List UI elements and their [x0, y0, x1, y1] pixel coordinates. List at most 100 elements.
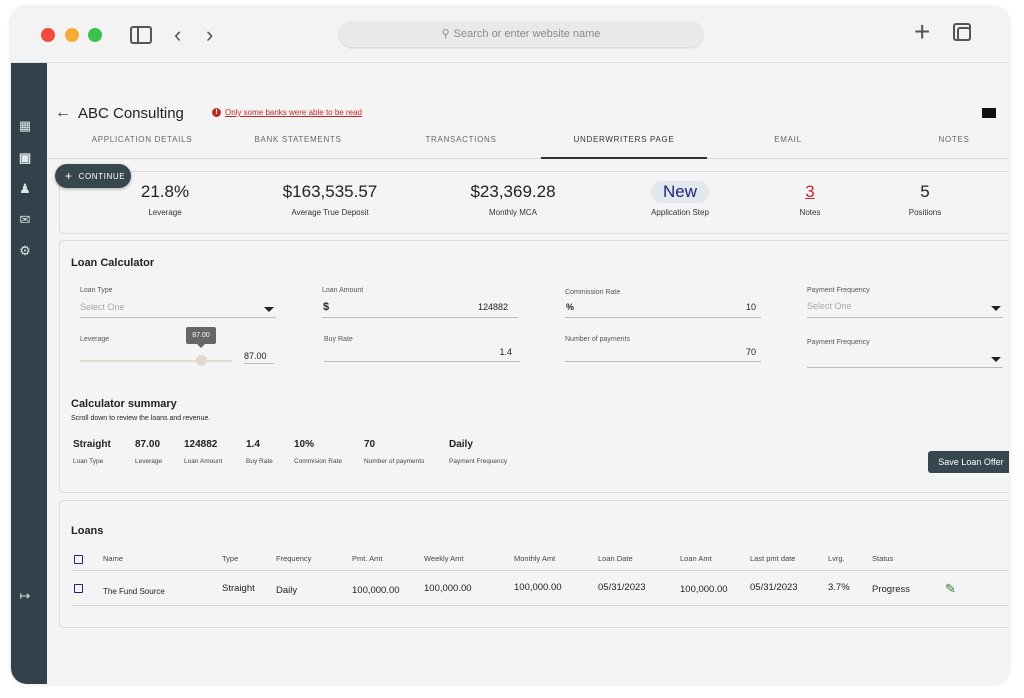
stat-leverage: 21.8% Leverage: [120, 180, 210, 217]
column-header-loan-amt[interactable]: Loan Amt: [680, 554, 712, 563]
error-icon: !: [212, 108, 221, 117]
stat-application-step: New Application Step: [630, 180, 730, 217]
column-header-lvrg[interactable]: Lvrg.: [828, 554, 845, 563]
slider-tooltip: 87.00: [186, 327, 216, 348]
stat-label: Monthly MCA: [488, 208, 537, 217]
chevron-down-icon[interactable]: [991, 306, 1001, 311]
buy-rate-input[interactable]: 1.4: [480, 347, 512, 357]
payment-frequency-select[interactable]: Select One: [807, 301, 852, 311]
tab-bar: APPLICATION DETAILS BANK STATEMENTS TRAN…: [47, 129, 1009, 159]
cell-weekly-amt: 100,000.00: [424, 583, 472, 594]
stat-value: 5: [920, 182, 930, 201]
sidebar-toggle-icon[interactable]: [130, 26, 152, 44]
summary-value-buy-rate: 1.4: [246, 439, 260, 450]
loans-card: Loans Name Type Frequency Pmt. Amt Weekl…: [59, 500, 1009, 628]
logout-icon[interactable]: ↦: [18, 589, 32, 603]
stat-label: Application Step: [651, 208, 709, 217]
people-icon[interactable]: ♟: [18, 182, 32, 196]
tab-application-details[interactable]: APPLICATION DETAILS: [83, 129, 201, 159]
maximize-window-button[interactable]: [88, 28, 102, 42]
field-underline: [807, 317, 1003, 318]
notes-count-link[interactable]: 3: [805, 182, 814, 201]
summary-label-loan-type: Loan Type: [73, 458, 104, 465]
tab-transactions[interactable]: TRANSACTIONS: [417, 129, 505, 159]
number-of-payments-label: Number of payments: [565, 336, 630, 343]
summary-value-number-of-payments: 70: [364, 439, 376, 450]
browser-window: ‹ › ⚲ Search or enter website name + ▦ ▣ …: [11, 7, 1009, 684]
summary-label-number-of-payments: Number of payments: [364, 458, 425, 465]
loan-amount-input[interactable]: 124882: [460, 302, 508, 312]
chevron-left-icon[interactable]: ‹: [174, 23, 181, 47]
column-header-name[interactable]: Name: [103, 554, 123, 563]
select-all-checkbox[interactable]: [74, 555, 83, 564]
summary-label-payment-frequency: Payment Frequency: [449, 458, 508, 465]
column-header-monthly-amt[interactable]: Monthly Amt: [514, 554, 555, 563]
field-underline: [565, 317, 761, 318]
column-header-pmt-amt[interactable]: Pmt. Amt: [352, 554, 382, 563]
summary-label-commission-rate: Commision Rate: [294, 458, 343, 465]
leverage-slider-thumb[interactable]: [196, 355, 207, 366]
tab-email[interactable]: EMAIL: [763, 129, 813, 159]
continue-label: CONTINUE: [78, 172, 126, 181]
column-header-status[interactable]: Status: [872, 554, 893, 563]
cell-last-pmt-date: 05/31/2023: [750, 582, 798, 593]
tab-underwriters-page[interactable]: UNDERWRITERS PAGE: [541, 129, 707, 159]
address-bar[interactable]: ⚲ Search or enter website name: [339, 21, 703, 47]
column-header-weekly-amt[interactable]: Weekly Amt: [424, 554, 463, 563]
minimize-window-button[interactable]: [65, 28, 79, 42]
close-window-button[interactable]: [41, 28, 55, 42]
calculator-summary-subtitle: Scroll down to review the loans and reve…: [71, 415, 211, 422]
tab-bank-statements[interactable]: BANK STATEMENTS: [243, 129, 353, 159]
browser-toolbar: ‹ › ⚲ Search or enter website name +: [11, 7, 1009, 63]
tabs-icon[interactable]: [953, 23, 971, 41]
column-header-frequency[interactable]: Frequency: [276, 554, 311, 563]
field-underline: [244, 363, 274, 364]
loans-title: Loans: [71, 525, 104, 537]
back-arrow-icon[interactable]: ←: [55, 104, 71, 122]
column-header-loan-date[interactable]: Loan Date: [598, 554, 633, 563]
stat-value: $163,535.57: [282, 182, 378, 201]
tab-notes[interactable]: NOTES: [929, 129, 979, 159]
leverage-slider-track[interactable]: [80, 360, 232, 362]
cell-lvrg: 3.7%: [828, 582, 850, 593]
mail-icon[interactable]: [982, 108, 996, 118]
chevron-down-icon[interactable]: [264, 307, 274, 312]
gear-icon[interactable]: ⚙: [18, 244, 32, 258]
bank-warning-link[interactable]: Only some banks were able to be read: [225, 108, 362, 117]
column-header-last-pmt-date[interactable]: Last pmt date: [750, 554, 795, 563]
save-loan-offer-button[interactable]: Save Loan Offer: [928, 451, 1009, 473]
plus-icon[interactable]: +: [914, 18, 930, 46]
search-icon: ⚲: [441, 28, 450, 40]
row-checkbox[interactable]: [74, 584, 83, 593]
chevron-right-icon[interactable]: ›: [206, 23, 213, 47]
number-of-payments-input[interactable]: 70: [720, 347, 756, 357]
summary-label-leverage: Leverage: [135, 458, 163, 465]
payment-frequency-label: Payment Frequency: [807, 339, 870, 346]
pencil-icon[interactable]: ✎: [945, 581, 956, 597]
page-header: ← ABC Consulting ! Only some banks were …: [47, 99, 1009, 129]
chevron-down-icon[interactable]: [991, 357, 1001, 362]
stat-average-deposit: $163,535.57 Average True Deposit: [260, 180, 400, 217]
document-icon[interactable]: ▣: [18, 151, 32, 165]
commission-rate-input[interactable]: 10: [720, 302, 756, 312]
cell-name: The Fund Source: [103, 587, 165, 596]
address-placeholder: Search or enter website name: [453, 28, 601, 40]
stat-value: 21.8%: [140, 182, 190, 201]
app-main: ← ABC Consulting ! Only some banks were …: [47, 63, 1009, 684]
stat-value: $23,369.28: [470, 182, 556, 201]
dollar-prefix: $: [323, 301, 330, 313]
mail-icon[interactable]: ✉: [18, 213, 32, 227]
stat-label: Average True Deposit: [291, 208, 369, 217]
app-sidebar: ▦ ▣ ♟ ✉ ⚙ ↦: [11, 63, 47, 684]
page-title: ABC Consulting: [78, 105, 184, 122]
leverage-value[interactable]: 87.00: [244, 351, 267, 361]
stat-label: Positions: [908, 208, 942, 217]
cell-loan-date: 05/31/2023: [598, 582, 646, 593]
loan-type-select[interactable]: Select One: [80, 302, 125, 312]
payment-frequency-select[interactable]: [807, 367, 1003, 368]
cell-monthly-amt: 100,000.00: [514, 582, 562, 593]
column-header-type[interactable]: Type: [222, 554, 238, 563]
continue-button[interactable]: + CONTINUE: [55, 164, 131, 188]
dashboard-icon[interactable]: ▦: [18, 119, 32, 133]
plus-icon: +: [65, 169, 73, 183]
